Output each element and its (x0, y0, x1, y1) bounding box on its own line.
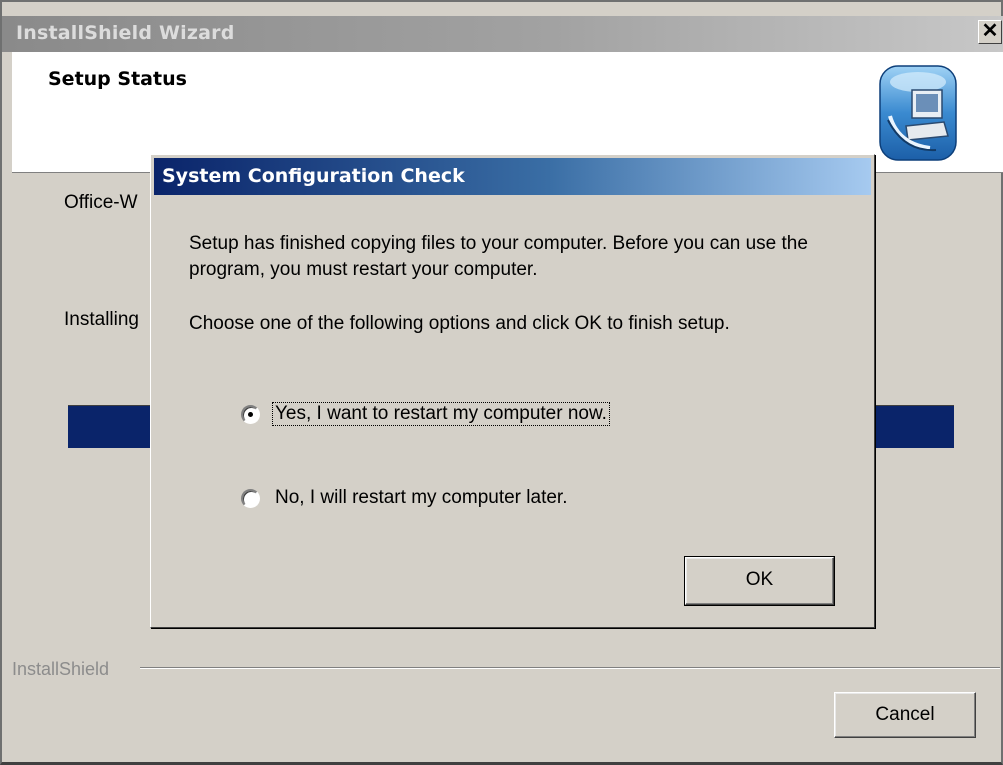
radio-button[interactable] (241, 405, 260, 424)
restart-later-label[interactable]: No, I will restart my computer later. (273, 487, 569, 509)
radio-button[interactable] (241, 489, 260, 508)
wizard-title: InstallShield Wizard (16, 22, 235, 44)
separator-rule (140, 667, 1000, 669)
dialog-instruction: Choose one of the following options and … (189, 313, 730, 334)
installshield-logo-icon (879, 65, 957, 161)
brand-separator: InstallShield (12, 659, 1002, 680)
cancel-button[interactable]: Cancel (834, 692, 976, 738)
page-title: Setup Status (48, 68, 187, 90)
status-product-text: Office-W (64, 192, 138, 213)
dialog-message: Setup has finished copying files to your… (189, 233, 808, 280)
wizard-title-bar[interactable]: InstallShield Wizard (2, 16, 1003, 52)
restart-now-label[interactable]: Yes, I want to restart my computer now. (272, 402, 610, 426)
status-installing-text: Installing (64, 309, 139, 330)
system-configuration-dialog: System Configuration Check Setup has fin… (150, 154, 875, 628)
ok-button[interactable]: OK (684, 556, 835, 606)
dialog-title: System Configuration Check (162, 165, 465, 187)
close-icon[interactable]: ✕ (978, 20, 1002, 44)
brand-label: InstallShield (12, 659, 116, 680)
dialog-title-bar[interactable]: System Configuration Check (154, 158, 871, 195)
